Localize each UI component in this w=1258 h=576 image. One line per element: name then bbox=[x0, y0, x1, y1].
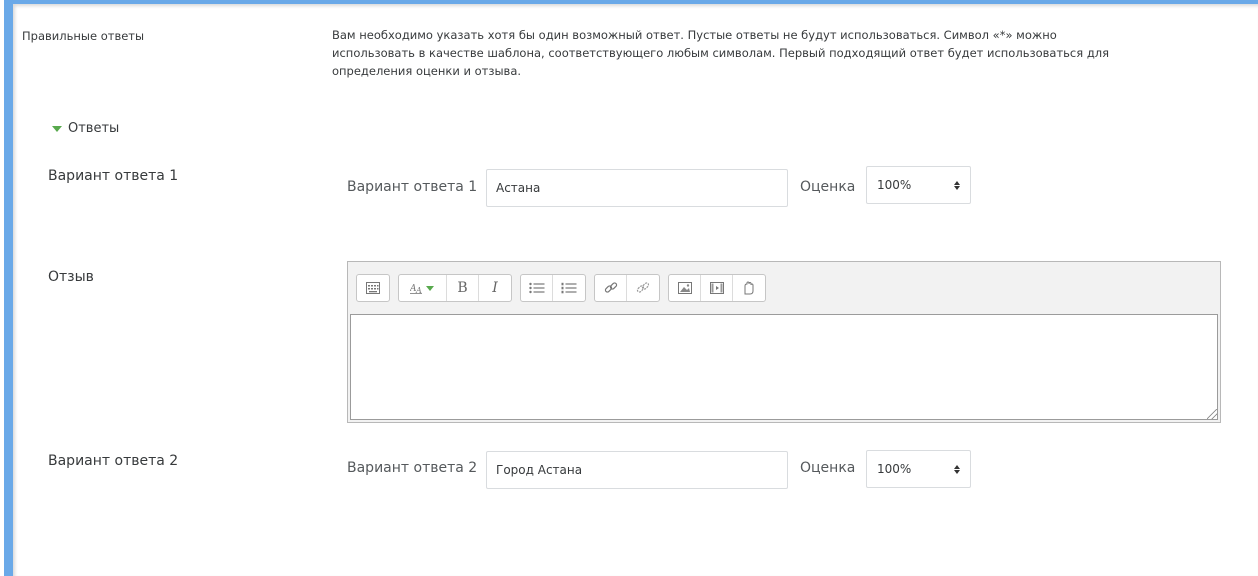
feedback-label: Отзыв bbox=[48, 269, 94, 285]
media-icon[interactable] bbox=[701, 275, 733, 301]
expand-triangle-icon bbox=[52, 125, 62, 132]
editor-toolbar: AA B I bbox=[348, 262, 1220, 314]
bold-icon[interactable]: B bbox=[447, 275, 479, 301]
correct-answers-label: Правильные ответы bbox=[22, 29, 145, 43]
answer-1-grade-label: Оценка bbox=[800, 179, 856, 195]
bold-glyph: B bbox=[457, 280, 468, 296]
toolbar-group-lists bbox=[520, 274, 586, 302]
italic-icon[interactable]: I bbox=[479, 275, 511, 301]
show-more-icon[interactable] bbox=[357, 275, 389, 301]
answer-1-row-label: Вариант ответа 1 bbox=[48, 168, 179, 184]
feedback-editor: AA B I bbox=[347, 261, 1221, 423]
answer-2-row-label: Вариант ответа 2 bbox=[48, 453, 179, 469]
svg-text:A: A bbox=[415, 286, 422, 294]
image-icon[interactable] bbox=[669, 275, 701, 301]
italic-glyph: I bbox=[492, 280, 498, 296]
answer-1-grade-select[interactable]: 100% bbox=[866, 166, 971, 204]
manage-files-icon[interactable] bbox=[733, 275, 765, 301]
answer-1-grade-value: 100% bbox=[877, 178, 912, 192]
toolbar-group-format: AA B I bbox=[398, 274, 512, 302]
bullet-list-icon[interactable] bbox=[521, 275, 553, 301]
resize-handle-icon[interactable] bbox=[1207, 409, 1217, 419]
answer-2-input[interactable] bbox=[486, 451, 788, 489]
link-icon[interactable] bbox=[595, 275, 627, 301]
answer-2-grade-select[interactable]: 100% bbox=[866, 450, 971, 488]
answer-2-grade-value: 100% bbox=[877, 462, 912, 476]
select-arrows-icon bbox=[954, 464, 960, 474]
select-arrows-icon bbox=[954, 180, 960, 190]
toolbar-group-more bbox=[356, 274, 390, 302]
correct-answers-help: Вам необходимо указать хотя бы один возм… bbox=[332, 26, 1232, 80]
numbered-list-icon[interactable] bbox=[553, 275, 585, 301]
answers-section-title: Ответы bbox=[68, 121, 120, 136]
unlink-icon[interactable] bbox=[627, 275, 659, 301]
help-line-1: Вам необходимо указать хотя бы один возм… bbox=[332, 28, 1057, 42]
paragraph-style-icon[interactable]: AA bbox=[399, 275, 447, 301]
answer-1-input[interactable] bbox=[486, 169, 788, 207]
toolbar-group-links bbox=[594, 274, 660, 302]
help-line-2: использовать в качестве шаблона, соответ… bbox=[332, 46, 1110, 60]
help-line-3: определения оценки и отзыва. bbox=[332, 64, 522, 78]
feedback-text-area[interactable] bbox=[350, 314, 1218, 420]
answer-2-field-label: Вариант ответа 2 bbox=[347, 460, 478, 476]
answers-section-toggle[interactable]: Ответы bbox=[52, 121, 119, 136]
answer-2-grade-label: Оценка bbox=[800, 460, 856, 476]
answer-1-field-label: Вариант ответа 1 bbox=[347, 179, 478, 195]
toolbar-group-media bbox=[668, 274, 766, 302]
